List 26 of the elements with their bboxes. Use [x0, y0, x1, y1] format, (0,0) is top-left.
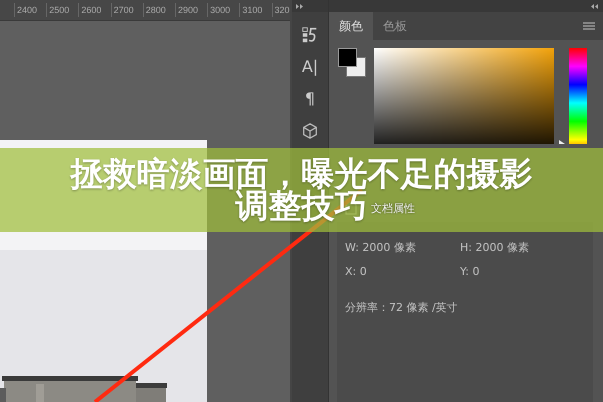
section-title: 文档属性	[371, 200, 415, 216]
property-value: H: 2000 像素	[460, 240, 530, 255]
cube-icon[interactable]	[301, 122, 319, 140]
property-value: Y: 0	[460, 265, 480, 278]
banner-title: 调整技巧	[236, 190, 368, 222]
menu-icon[interactable]	[583, 22, 595, 30]
tool-button[interactable]: A|	[302, 58, 318, 76]
tool-button[interactable]: ¶	[304, 90, 316, 108]
hue-slider[interactable]	[559, 48, 587, 144]
ruler-label: 2800	[142, 3, 175, 17]
banner-title: 拯救暗淡画面，曝光不足的摄影	[70, 158, 532, 190]
property-value: X: 0	[345, 265, 368, 278]
panel-tab[interactable]: 颜色	[329, 12, 373, 40]
history-icon[interactable]	[301, 26, 319, 44]
ruler-label: 3100	[239, 3, 272, 17]
ruler-label: 2500	[46, 3, 78, 17]
resolution-value: 分辨率：72 像素 /英寸	[345, 300, 459, 315]
property-value: W: 2000 像素	[345, 240, 417, 255]
ruler-label: 2900	[174, 3, 208, 17]
ruler-label: 2600	[78, 3, 111, 17]
expand-icon[interactable]	[296, 4, 304, 8]
ruler-label: 3000	[207, 3, 240, 17]
color-field[interactable]	[374, 48, 554, 144]
ruler-label: 2400	[14, 3, 46, 17]
collapse-icon[interactable]	[591, 4, 599, 8]
ruler-label: 2700	[110, 3, 143, 17]
